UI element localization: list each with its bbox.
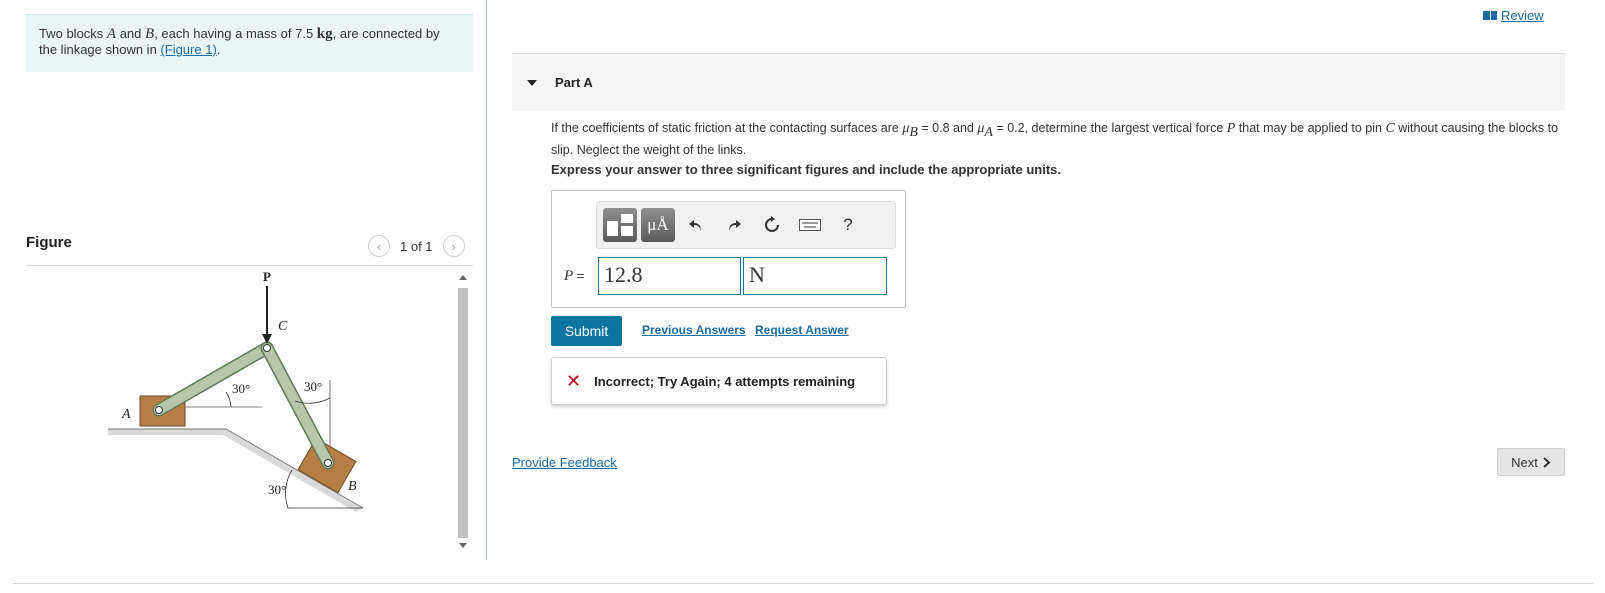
chevron-left-icon: ‹ (376, 238, 382, 254)
next-figure-button[interactable]: › (442, 235, 465, 257)
request-answer-link[interactable]: Request Answer (755, 323, 849, 337)
provide-feedback-link[interactable]: Provide Feedback (512, 455, 617, 470)
pin-c (263, 344, 271, 352)
force-p-arrowhead (262, 334, 272, 344)
answer-box: μÅ ? P = 12.8 N (551, 190, 906, 308)
figure-title: Figure (26, 234, 72, 251)
math-toolbar: μÅ ? (596, 201, 896, 249)
link-ac (154, 343, 272, 415)
redo-icon (729, 220, 741, 231)
mass-unit: kg (316, 26, 333, 42)
incorrect-x-icon: ✕ (566, 370, 582, 391)
submit-button[interactable]: Submit (551, 316, 622, 346)
subscript-a: A (984, 124, 993, 140)
reset-button[interactable] (755, 208, 789, 242)
answer-row: P = 12.8 N (564, 257, 887, 295)
part-a-header[interactable]: Part A (512, 54, 1565, 111)
question-segment: = 0.2, determine the largest vertical fo… (992, 121, 1227, 135)
scroll-down-arrow-icon[interactable] (459, 543, 467, 548)
value-input[interactable]: 12.8 (598, 257, 741, 295)
previous-answers-link[interactable]: Previous Answers (642, 323, 746, 337)
footer-divider (13, 583, 1593, 584)
intro-text: and (116, 26, 146, 41)
label-c: C (278, 319, 288, 334)
intro-text: . (216, 42, 221, 57)
undo-icon (689, 220, 701, 231)
intro-text: , each having a mass of 7.5 (154, 26, 317, 41)
figure-divider (26, 265, 473, 266)
template-icon (607, 214, 633, 236)
question-segment: = 0.8 and (917, 121, 978, 135)
reset-icon (765, 216, 779, 232)
intro-text: Two blocks (39, 26, 107, 41)
answer-instructions: Express your answer to three significant… (551, 162, 1061, 177)
subscript-b: B (909, 124, 918, 140)
next-button[interactable]: Next (1497, 448, 1565, 476)
linkage-diagram: P C A B 30° 30° 30° (108, 269, 364, 512)
chevron-right-icon: › (451, 238, 456, 254)
label-b: B (348, 479, 357, 494)
column-divider (486, 0, 487, 560)
label-angle-right: 30° (304, 379, 322, 394)
problem-statement: Two blocks A and B, each having a mass o… (26, 14, 473, 72)
label-angle-left: 30° (232, 381, 250, 396)
units-label: μÅ (647, 215, 669, 234)
figure-scrollbar[interactable] (456, 270, 470, 550)
redo-button[interactable] (717, 208, 751, 242)
block-b-symbol: B (145, 26, 155, 42)
caret-down-icon[interactable] (527, 79, 537, 86)
link-cb (262, 343, 333, 468)
units-button[interactable]: μÅ (641, 208, 675, 242)
variable-symbol: P (564, 267, 574, 284)
help-button[interactable]: ? (831, 208, 865, 242)
scrollbar-thumb[interactable] (458, 288, 468, 538)
unit-input[interactable]: N (743, 257, 887, 295)
feedback-message: Incorrect; Try Again; 4 attempts remaini… (594, 373, 856, 389)
scroll-up-arrow-icon[interactable] (459, 275, 467, 280)
equals-sign: = (573, 267, 585, 283)
answer-variable-label: P = (564, 268, 598, 285)
question-segment: If the coefficients of static friction a… (551, 121, 903, 135)
figure-pager: ‹ 1 of 1 › (368, 235, 465, 257)
keyboard-button[interactable] (793, 208, 827, 242)
ground-horizontal (108, 429, 226, 435)
previous-figure-button[interactable]: ‹ (368, 235, 390, 257)
next-label: Next (1511, 454, 1538, 470)
label-p: P (263, 269, 271, 284)
block-a-symbol: A (106, 26, 117, 42)
figure-counter: 1 of 1 (400, 238, 433, 254)
part-label: Part A (555, 75, 593, 90)
incline-angle-arc (285, 469, 293, 509)
feedback-message-box: ✕ Incorrect; Try Again; 4 attempts remai… (551, 357, 887, 405)
book-icon (1483, 11, 1497, 20)
keyboard-icon (799, 219, 821, 231)
pin-symbol: C (1385, 121, 1395, 136)
question-text: If the coefficients of static friction a… (551, 120, 1561, 158)
chevron-right-icon (1543, 456, 1551, 468)
undo-button[interactable] (679, 208, 713, 242)
label-angle-incline: 30° (268, 482, 286, 497)
templates-button[interactable] (603, 208, 637, 242)
label-a: A (121, 407, 131, 422)
review-link[interactable]: Review (1483, 8, 1544, 23)
pin-b (324, 459, 332, 467)
pin-a (155, 406, 163, 414)
question-segment: that may be applied to pin (1235, 121, 1386, 135)
figure-link[interactable]: (Figure 1) (160, 42, 216, 57)
angle-arc-left (225, 391, 232, 408)
review-label: Review (1501, 8, 1544, 23)
help-label: ? (843, 215, 853, 234)
